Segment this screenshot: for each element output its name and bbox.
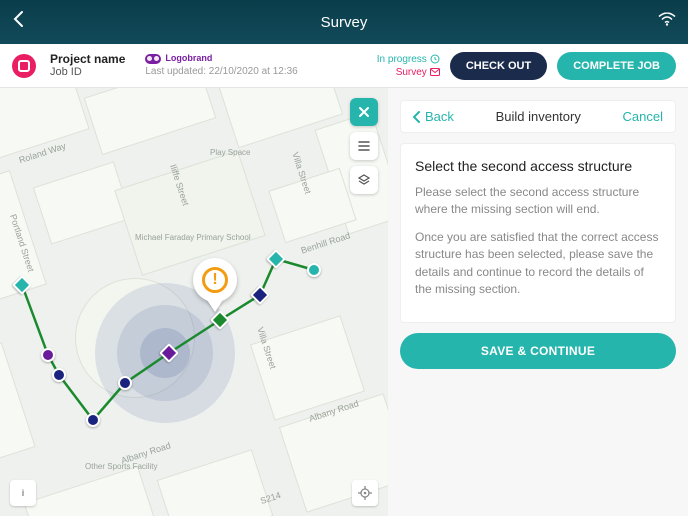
panel-nav: Back Build inventory Cancel xyxy=(400,100,676,133)
map-list-button[interactable] xyxy=(350,132,378,160)
map-node[interactable] xyxy=(41,348,55,362)
back-label: Back xyxy=(425,109,454,124)
panel-paragraph-1: Please select the second access structur… xyxy=(415,184,661,219)
map-node[interactable] xyxy=(307,263,321,277)
panel-cancel-button[interactable]: Cancel xyxy=(623,109,663,124)
clock-icon xyxy=(430,54,440,64)
brand-logo-icon xyxy=(145,54,161,64)
map-controls xyxy=(350,98,378,194)
project-icon xyxy=(12,54,36,78)
selected-structure-pin[interactable]: ! xyxy=(193,258,237,314)
map-view[interactable]: Roland Way Iliffe Street Portland Street… xyxy=(0,88,388,516)
wifi-icon xyxy=(658,13,676,32)
map-locate-button[interactable] xyxy=(352,480,378,506)
panel-back-button[interactable]: Back xyxy=(413,109,454,124)
status-survey: Survey xyxy=(396,67,440,78)
panel-paragraph-2: Once you are satisfied that the correct … xyxy=(415,229,661,299)
map-node[interactable] xyxy=(118,376,132,390)
page-title: Survey xyxy=(321,14,368,31)
status-primary-label: In progress xyxy=(377,54,427,65)
job-id-label: Job ID xyxy=(50,66,125,79)
map-close-button[interactable] xyxy=(350,98,378,126)
project-name-label: Project name xyxy=(50,52,125,66)
panel-heading: Select the second access structure xyxy=(415,158,661,174)
last-updated-label: Last updated: 22/10/2020 at 12:36 xyxy=(145,65,297,78)
map-attribution-button[interactable]: i xyxy=(10,480,36,506)
status-secondary-label: Survey xyxy=(396,67,427,78)
panel-body: Select the second access structure Pleas… xyxy=(400,143,676,323)
complete-job-button[interactable]: COMPLETE JOB xyxy=(557,52,676,80)
back-chevron-icon[interactable] xyxy=(12,10,24,34)
brand-block: Logobrand Last updated: 22/10/2020 at 12… xyxy=(145,53,297,78)
alert-icon: ! xyxy=(202,267,228,293)
check-out-button[interactable]: CHECK OUT xyxy=(450,52,547,80)
panel-title: Build inventory xyxy=(496,109,581,124)
brand-label: Logobrand xyxy=(165,53,212,65)
project-meta: Project name Job ID xyxy=(50,52,125,80)
status-column: In progress Survey xyxy=(377,54,440,78)
top-nav-bar: Survey xyxy=(0,0,688,44)
status-in-progress: In progress xyxy=(377,54,440,65)
map-node[interactable] xyxy=(52,368,66,382)
map-layers-button[interactable] xyxy=(350,166,378,194)
envelope-icon xyxy=(430,68,440,76)
project-header: Project name Job ID Logobrand Last updat… xyxy=(0,44,688,88)
map-node[interactable] xyxy=(86,413,100,427)
save-continue-button[interactable]: SAVE & CONTINUE xyxy=(400,333,676,369)
side-panel: Back Build inventory Cancel Select the s… xyxy=(388,88,688,516)
